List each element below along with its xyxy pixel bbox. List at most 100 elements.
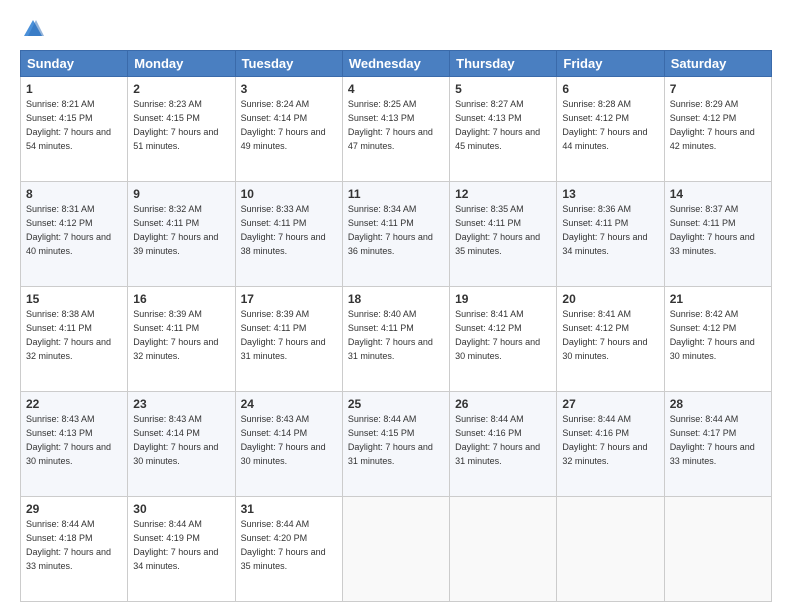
day-info: Sunrise: 8:25 AMSunset: 4:13 PMDaylight:… [348,99,433,150]
day-number: 15 [26,291,122,307]
calendar-cell [450,497,557,602]
day-info: Sunrise: 8:41 AMSunset: 4:12 PMDaylight:… [562,309,647,360]
day-number: 12 [455,186,551,202]
day-number: 2 [133,81,229,97]
calendar-cell: 17Sunrise: 8:39 AMSunset: 4:11 PMDayligh… [235,287,342,392]
day-info: Sunrise: 8:36 AMSunset: 4:11 PMDaylight:… [562,204,647,255]
day-info: Sunrise: 8:43 AMSunset: 4:14 PMDaylight:… [133,414,218,465]
calendar-cell: 29 Sunrise: 8:44 AMSunset: 4:18 PMDayligh… [21,497,128,602]
day-number: 24 [241,396,337,412]
day-info: Sunrise: 8:44 AMSunset: 4:19 PMDaylight:… [133,519,218,570]
day-number: 20 [562,291,658,307]
calendar-cell: 7 Sunrise: 8:29 AMSunset: 4:12 PMDaylight… [664,77,771,182]
calendar-cell: 13Sunrise: 8:36 AMSunset: 4:11 PMDayligh… [557,182,664,287]
calendar-cell: 16 Sunrise: 8:39 AMSunset: 4:11 PMDayligh… [128,287,235,392]
col-header-sunday: Sunday [21,51,128,77]
day-number: 16 [133,291,229,307]
col-header-friday: Friday [557,51,664,77]
calendar-cell: 27Sunrise: 8:44 AMSunset: 4:16 PMDayligh… [557,392,664,497]
day-info: Sunrise: 8:41 AMSunset: 4:12 PMDaylight:… [455,309,540,360]
day-info: Sunrise: 8:28 AMSunset: 4:12 PMDaylight:… [562,99,647,150]
col-header-monday: Monday [128,51,235,77]
logo-icon [22,18,44,40]
calendar-cell [342,497,449,602]
header [20,18,772,40]
calendar-cell: 8 Sunrise: 8:31 AMSunset: 4:12 PMDaylight… [21,182,128,287]
calendar-cell [557,497,664,602]
calendar-week-3: 15Sunrise: 8:38 AMSunset: 4:11 PMDayligh… [21,287,772,392]
calendar-week-1: 1 Sunrise: 8:21 AMSunset: 4:15 PMDaylight… [21,77,772,182]
calendar-cell: 10Sunrise: 8:33 AMSunset: 4:11 PMDayligh… [235,182,342,287]
day-number: 5 [455,81,551,97]
calendar-cell: 6 Sunrise: 8:28 AMSunset: 4:12 PMDaylight… [557,77,664,182]
day-number: 6 [562,81,658,97]
day-number: 30 [133,501,229,517]
calendar-cell: 2Sunrise: 8:23 AMSunset: 4:15 PMDaylight… [128,77,235,182]
calendar-cell: 24 Sunrise: 8:43 AMSunset: 4:14 PMDayligh… [235,392,342,497]
day-number: 29 [26,501,122,517]
day-number: 7 [670,81,766,97]
day-info: Sunrise: 8:44 AMSunset: 4:16 PMDaylight:… [562,414,647,465]
day-info: Sunrise: 8:21 AMSunset: 4:15 PMDaylight:… [26,99,111,150]
day-number: 26 [455,396,551,412]
calendar-cell: 9Sunrise: 8:32 AMSunset: 4:11 PMDaylight… [128,182,235,287]
logo [20,18,44,40]
day-info: Sunrise: 8:43 AMSunset: 4:14 PMDaylight:… [241,414,326,465]
day-info: Sunrise: 8:35 AMSunset: 4:11 PMDaylight:… [455,204,540,255]
day-number: 21 [670,291,766,307]
day-number: 3 [241,81,337,97]
day-number: 14 [670,186,766,202]
calendar-cell: 1 Sunrise: 8:21 AMSunset: 4:15 PMDaylight… [21,77,128,182]
day-info: Sunrise: 8:44 AMSunset: 4:16 PMDaylight:… [455,414,540,465]
col-header-saturday: Saturday [664,51,771,77]
day-info: Sunrise: 8:34 AMSunset: 4:11 PMDaylight:… [348,204,433,255]
day-number: 10 [241,186,337,202]
day-number: 22 [26,396,122,412]
col-header-thursday: Thursday [450,51,557,77]
calendar-cell: 25 Sunrise: 8:44 AMSunset: 4:15 PMDayligh… [342,392,449,497]
day-number: 4 [348,81,444,97]
calendar-cell: 15Sunrise: 8:38 AMSunset: 4:11 PMDayligh… [21,287,128,392]
calendar-cell: 23Sunrise: 8:43 AMSunset: 4:14 PMDayligh… [128,392,235,497]
calendar-cell: 3 Sunrise: 8:24 AMSunset: 4:14 PMDaylight… [235,77,342,182]
day-info: Sunrise: 8:40 AMSunset: 4:11 PMDaylight:… [348,309,433,360]
day-info: Sunrise: 8:31 AMSunset: 4:12 PMDaylight:… [26,204,111,255]
day-info: Sunrise: 8:37 AMSunset: 4:11 PMDaylight:… [670,204,755,255]
day-number: 17 [241,291,337,307]
day-number: 11 [348,186,444,202]
day-info: Sunrise: 8:43 AMSunset: 4:13 PMDaylight:… [26,414,111,465]
calendar-cell: 21 Sunrise: 8:42 AMSunset: 4:12 PMDayligh… [664,287,771,392]
day-info: Sunrise: 8:42 AMSunset: 4:12 PMDaylight:… [670,309,755,360]
day-info: Sunrise: 8:44 AMSunset: 4:15 PMDaylight:… [348,414,433,465]
calendar-cell: 20 Sunrise: 8:41 AMSunset: 4:12 PMDayligh… [557,287,664,392]
day-number: 31 [241,501,337,517]
day-number: 18 [348,291,444,307]
calendar-week-2: 8 Sunrise: 8:31 AMSunset: 4:12 PMDaylight… [21,182,772,287]
calendar-cell: 14 Sunrise: 8:37 AMSunset: 4:11 PMDayligh… [664,182,771,287]
col-header-tuesday: Tuesday [235,51,342,77]
calendar-cell: 11 Sunrise: 8:34 AMSunset: 4:11 PMDayligh… [342,182,449,287]
day-info: Sunrise: 8:24 AMSunset: 4:14 PMDaylight:… [241,99,326,150]
day-info: Sunrise: 8:29 AMSunset: 4:12 PMDaylight:… [670,99,755,150]
day-number: 28 [670,396,766,412]
calendar-week-4: 22 Sunrise: 8:43 AMSunset: 4:13 PMDayligh… [21,392,772,497]
day-info: Sunrise: 8:32 AMSunset: 4:11 PMDaylight:… [133,204,218,255]
day-number: 8 [26,186,122,202]
calendar-header-row: SundayMondayTuesdayWednesdayThursdayFrid… [21,51,772,77]
col-header-wednesday: Wednesday [342,51,449,77]
calendar-cell: 26 Sunrise: 8:44 AMSunset: 4:16 PMDayligh… [450,392,557,497]
calendar-cell: 4 Sunrise: 8:25 AMSunset: 4:13 PMDaylight… [342,77,449,182]
calendar-cell: 30 Sunrise: 8:44 AMSunset: 4:19 PMDayligh… [128,497,235,602]
calendar-cell: 5 Sunrise: 8:27 AMSunset: 4:13 PMDaylight… [450,77,557,182]
calendar-cell: 19Sunrise: 8:41 AMSunset: 4:12 PMDayligh… [450,287,557,392]
calendar-cell: 28Sunrise: 8:44 AMSunset: 4:17 PMDayligh… [664,392,771,497]
calendar-cell: 12 Sunrise: 8:35 AMSunset: 4:11 PMDayligh… [450,182,557,287]
day-info: Sunrise: 8:39 AMSunset: 4:11 PMDaylight:… [133,309,218,360]
day-number: 1 [26,81,122,97]
day-number: 25 [348,396,444,412]
day-info: Sunrise: 8:44 AMSunset: 4:18 PMDaylight:… [26,519,111,570]
day-info: Sunrise: 8:27 AMSunset: 4:13 PMDaylight:… [455,99,540,150]
calendar-cell: 22 Sunrise: 8:43 AMSunset: 4:13 PMDayligh… [21,392,128,497]
calendar-week-5: 29 Sunrise: 8:44 AMSunset: 4:18 PMDayligh… [21,497,772,602]
calendar-cell [664,497,771,602]
